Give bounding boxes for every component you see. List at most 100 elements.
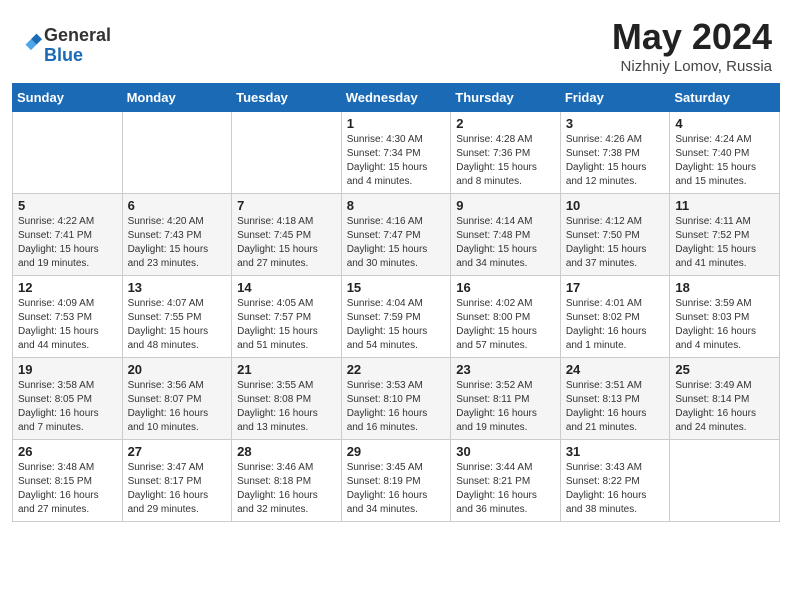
- col-header-saturday: Saturday: [670, 84, 780, 112]
- day-number: 3: [566, 116, 665, 131]
- day-cell: 18Sunrise: 3:59 AM Sunset: 8:03 PM Dayli…: [670, 276, 780, 358]
- day-info: Sunrise: 3:44 AM Sunset: 8:21 PM Dayligh…: [456, 461, 555, 517]
- day-info: Sunrise: 4:12 AM Sunset: 7:50 PM Dayligh…: [566, 215, 665, 271]
- day-info: Sunrise: 3:51 AM Sunset: 8:13 PM Dayligh…: [566, 379, 665, 435]
- col-header-tuesday: Tuesday: [232, 84, 342, 112]
- day-info: Sunrise: 4:18 AM Sunset: 7:45 PM Dayligh…: [237, 215, 336, 271]
- day-number: 25: [675, 362, 774, 377]
- calendar-table: SundayMondayTuesdayWednesdayThursdayFrid…: [12, 83, 780, 522]
- title-block: May 2024 Nizhniy Lomov, Russia: [612, 16, 772, 75]
- day-number: 23: [456, 362, 555, 377]
- day-cell: 26 Sunrise: 3:48 AM Sunset: 8:15 PM Dayli…: [13, 440, 123, 522]
- week-row-3: 12 Sunrise: 4:09 AM Sunset: 7:53 PM Dayli…: [13, 276, 780, 358]
- day-info: Sunrise: 4:01 AM Sunset: 8:02 PM Dayligh…: [566, 297, 665, 353]
- day-number: 30: [456, 444, 555, 459]
- day-cell: 14 Sunrise: 4:05 AM Sunset: 7:57 PM Dayli…: [232, 276, 342, 358]
- day-number: 16: [456, 280, 555, 295]
- day-info: Sunrise: 3:58 AM Sunset: 8:05 PM Dayligh…: [18, 379, 117, 435]
- day-info: Sunrise: 4:16 AM Sunset: 7:47 PM Dayligh…: [347, 215, 446, 271]
- col-header-friday: Friday: [560, 84, 670, 112]
- day-cell: [13, 112, 123, 194]
- day-info: Sunrise: 3:43 AM Sunset: 8:22 PM Dayligh…: [566, 461, 665, 517]
- day-cell: 6 Sunrise: 4:20 AM Sunset: 7:43 PM Daylig…: [122, 194, 232, 276]
- logo-general: General: [44, 25, 111, 45]
- day-cell: 30 Sunrise: 3:44 AM Sunset: 8:21 PM Dayli…: [451, 440, 561, 522]
- day-number: 28: [237, 444, 336, 459]
- day-cell: 17 Sunrise: 4:01 AM Sunset: 8:02 PM Dayli…: [560, 276, 670, 358]
- day-number: 24: [566, 362, 665, 377]
- day-number: 6: [128, 198, 227, 213]
- day-info: Sunrise: 4:02 AM Sunset: 8:00 PM Dayligh…: [456, 297, 555, 353]
- day-info: Sunrise: 3:48 AM Sunset: 8:15 PM Dayligh…: [18, 461, 117, 517]
- day-number: 17: [566, 280, 665, 295]
- day-cell: 21Sunrise: 3:55 AM Sunset: 8:08 PM Dayli…: [232, 358, 342, 440]
- logo-text: General Blue: [44, 26, 111, 66]
- day-info: Sunrise: 4:20 AM Sunset: 7:43 PM Dayligh…: [128, 215, 227, 271]
- col-header-sunday: Sunday: [13, 84, 123, 112]
- day-cell: 15 Sunrise: 4:04 AM Sunset: 7:59 PM Dayli…: [341, 276, 451, 358]
- day-number: 18: [675, 280, 774, 295]
- day-cell: 20 Sunrise: 3:56 AM Sunset: 8:07 PM Dayli…: [122, 358, 232, 440]
- day-cell: 22Sunrise: 3:53 AM Sunset: 8:10 PM Dayli…: [341, 358, 451, 440]
- week-row-4: 19 Sunrise: 3:58 AM Sunset: 8:05 PM Dayli…: [13, 358, 780, 440]
- day-cell: 11Sunrise: 4:11 AM Sunset: 7:52 PM Dayli…: [670, 194, 780, 276]
- day-info: Sunrise: 3:45 AM Sunset: 8:19 PM Dayligh…: [347, 461, 446, 517]
- day-cell: 12 Sunrise: 4:09 AM Sunset: 7:53 PM Dayli…: [13, 276, 123, 358]
- day-info: Sunrise: 3:49 AM Sunset: 8:14 PM Dayligh…: [675, 379, 774, 435]
- col-header-wednesday: Wednesday: [341, 84, 451, 112]
- logo-icon: [20, 30, 42, 52]
- day-number: 31: [566, 444, 665, 459]
- day-cell: 23 Sunrise: 3:52 AM Sunset: 8:11 PM Dayli…: [451, 358, 561, 440]
- day-number: 11: [675, 198, 774, 213]
- month-title: May 2024: [612, 16, 772, 58]
- day-cell: 25 Sunrise: 3:49 AM Sunset: 8:14 PM Dayli…: [670, 358, 780, 440]
- week-row-1: 1 Sunrise: 4:30 AM Sunset: 7:34 PM Daylig…: [13, 112, 780, 194]
- day-number: 4: [675, 116, 774, 131]
- day-cell: 10 Sunrise: 4:12 AM Sunset: 7:50 PM Dayli…: [560, 194, 670, 276]
- day-cell: 2Sunrise: 4:28 AM Sunset: 7:36 PM Daylig…: [451, 112, 561, 194]
- location-subtitle: Nizhniy Lomov, Russia: [612, 58, 772, 75]
- calendar-wrap: SundayMondayTuesdayWednesdayThursdayFrid…: [0, 83, 792, 534]
- logo: General Blue: [20, 26, 111, 66]
- day-number: 14: [237, 280, 336, 295]
- calendar-header: SundayMondayTuesdayWednesdayThursdayFrid…: [13, 84, 780, 112]
- day-info: Sunrise: 4:05 AM Sunset: 7:57 PM Dayligh…: [237, 297, 336, 353]
- day-number: 10: [566, 198, 665, 213]
- day-number: 20: [128, 362, 227, 377]
- day-cell: 19 Sunrise: 3:58 AM Sunset: 8:05 PM Dayli…: [13, 358, 123, 440]
- week-row-5: 26 Sunrise: 3:48 AM Sunset: 8:15 PM Dayli…: [13, 440, 780, 522]
- day-number: 15: [347, 280, 446, 295]
- col-header-monday: Monday: [122, 84, 232, 112]
- day-info: Sunrise: 4:28 AM Sunset: 7:36 PM Dayligh…: [456, 133, 555, 189]
- day-info: Sunrise: 3:56 AM Sunset: 8:07 PM Dayligh…: [128, 379, 227, 435]
- day-info: Sunrise: 4:07 AM Sunset: 7:55 PM Dayligh…: [128, 297, 227, 353]
- day-cell: [122, 112, 232, 194]
- day-cell: 28 Sunrise: 3:46 AM Sunset: 8:18 PM Dayli…: [232, 440, 342, 522]
- page-header: General Blue May 2024 Nizhniy Lomov, Rus…: [0, 0, 792, 83]
- day-number: 1: [347, 116, 446, 131]
- day-cell: 24 Sunrise: 3:51 AM Sunset: 8:13 PM Dayli…: [560, 358, 670, 440]
- day-number: 26: [18, 444, 117, 459]
- day-info: Sunrise: 4:04 AM Sunset: 7:59 PM Dayligh…: [347, 297, 446, 353]
- week-row-2: 5Sunrise: 4:22 AM Sunset: 7:41 PM Daylig…: [13, 194, 780, 276]
- day-info: Sunrise: 4:30 AM Sunset: 7:34 PM Dayligh…: [347, 133, 446, 189]
- day-cell: [232, 112, 342, 194]
- day-info: Sunrise: 3:46 AM Sunset: 8:18 PM Dayligh…: [237, 461, 336, 517]
- day-cell: 4 Sunrise: 4:24 AM Sunset: 7:40 PM Daylig…: [670, 112, 780, 194]
- day-number: 22: [347, 362, 446, 377]
- day-info: Sunrise: 4:24 AM Sunset: 7:40 PM Dayligh…: [675, 133, 774, 189]
- day-cell: 27 Sunrise: 3:47 AM Sunset: 8:17 PM Dayli…: [122, 440, 232, 522]
- header-row: SundayMondayTuesdayWednesdayThursdayFrid…: [13, 84, 780, 112]
- day-cell: 16 Sunrise: 4:02 AM Sunset: 8:00 PM Dayli…: [451, 276, 561, 358]
- day-cell: 13Sunrise: 4:07 AM Sunset: 7:55 PM Dayli…: [122, 276, 232, 358]
- col-header-thursday: Thursday: [451, 84, 561, 112]
- day-info: Sunrise: 3:52 AM Sunset: 8:11 PM Dayligh…: [456, 379, 555, 435]
- day-number: 9: [456, 198, 555, 213]
- day-info: Sunrise: 3:47 AM Sunset: 8:17 PM Dayligh…: [128, 461, 227, 517]
- day-number: 19: [18, 362, 117, 377]
- day-info: Sunrise: 4:09 AM Sunset: 7:53 PM Dayligh…: [18, 297, 117, 353]
- day-number: 27: [128, 444, 227, 459]
- day-number: 29: [347, 444, 446, 459]
- day-number: 12: [18, 280, 117, 295]
- day-cell: 3Sunrise: 4:26 AM Sunset: 7:38 PM Daylig…: [560, 112, 670, 194]
